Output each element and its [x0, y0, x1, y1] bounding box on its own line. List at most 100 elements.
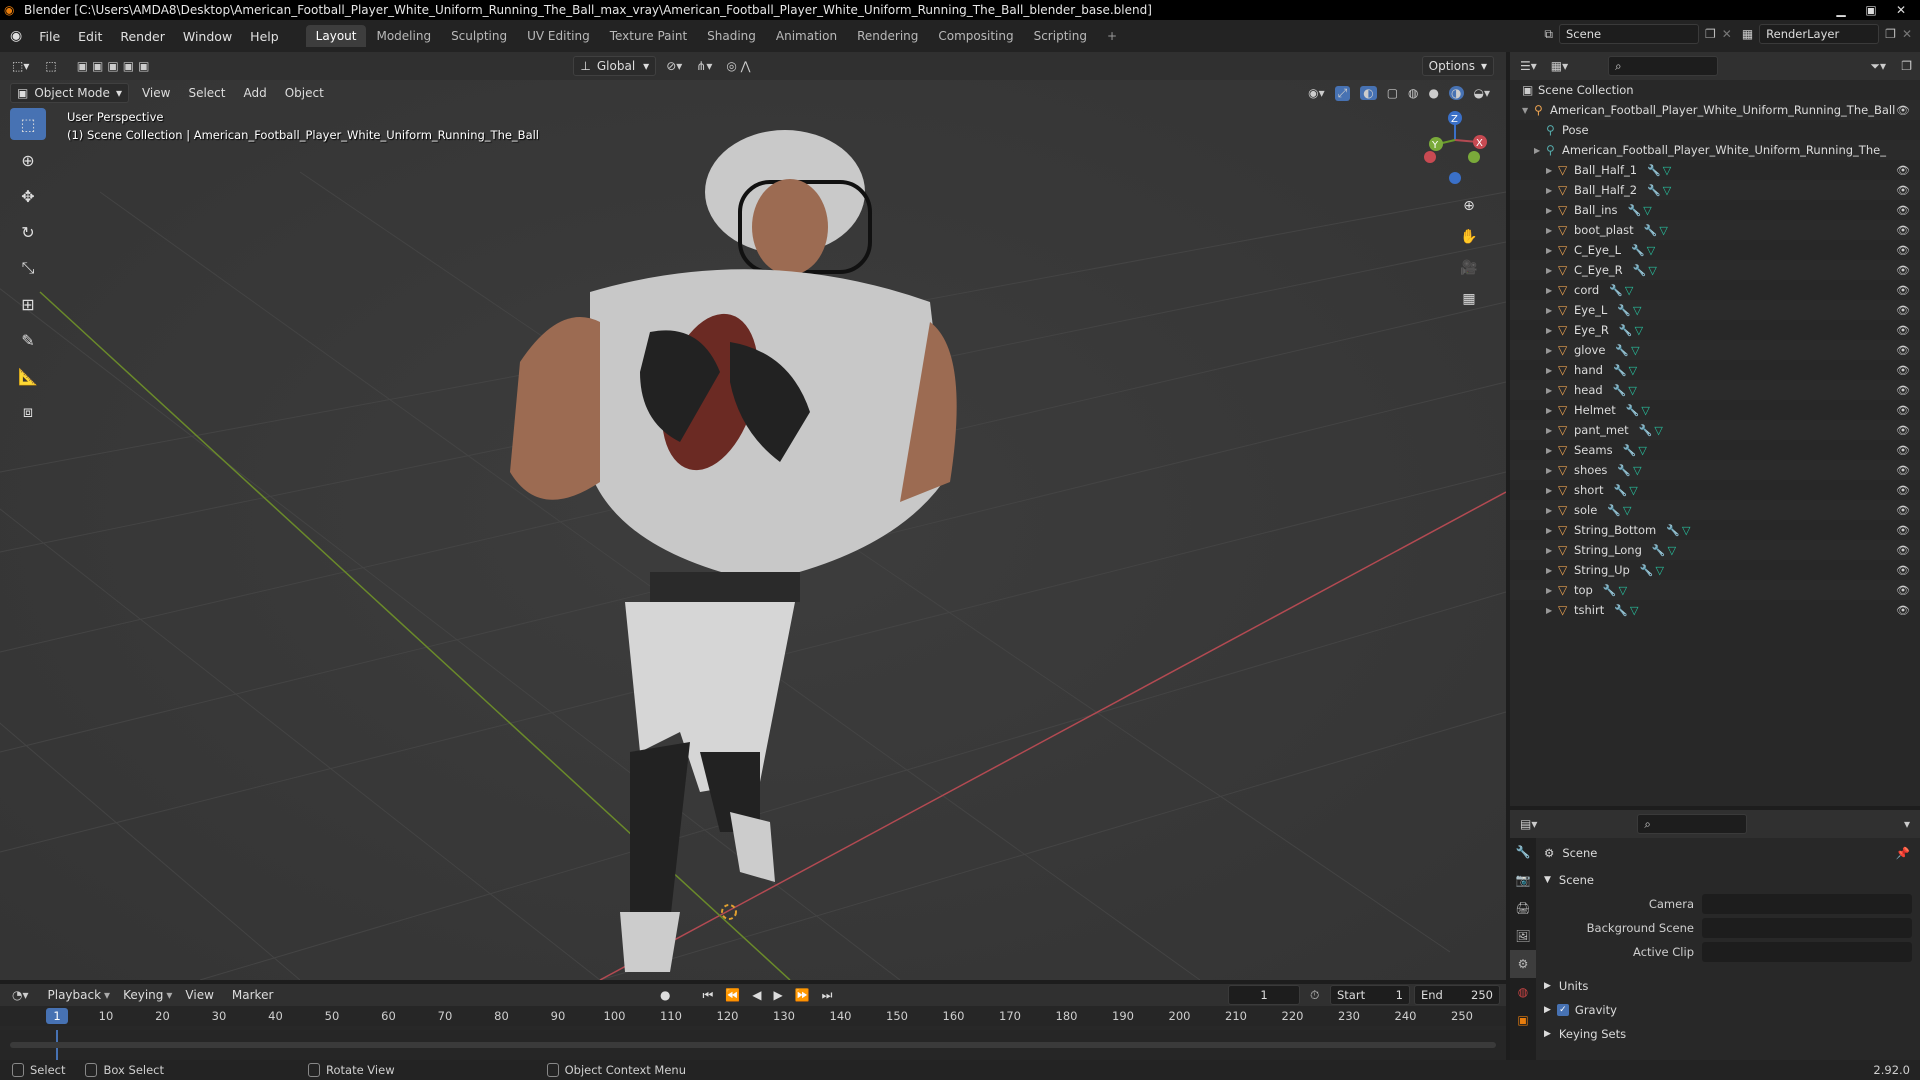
outliner-object-row[interactable]: ▶ ▽ short 🔧▽ 👁	[1510, 480, 1920, 500]
gravity-panel-header[interactable]: ▶ ✓ Gravity	[1538, 998, 1920, 1022]
tab-sculpting[interactable]: Sculpting	[441, 25, 517, 47]
cursor-tool-icon[interactable]: ⊕	[10, 144, 46, 176]
expand-arrow-icon[interactable]: ▶	[1546, 606, 1558, 615]
tab-animation[interactable]: Animation	[766, 25, 847, 47]
visibility-eye-icon[interactable]: 👁	[1896, 264, 1910, 277]
annotate-tool-icon[interactable]: ✎	[10, 324, 46, 356]
outliner-object-row[interactable]: ▶ ▽ Ball_Half_2 🔧▽ 👁	[1510, 180, 1920, 200]
add-workspace-icon[interactable]: +	[1097, 25, 1127, 47]
start-frame-field[interactable]: Start 1	[1330, 985, 1410, 1005]
visibility-eye-icon[interactable]: 👁	[1896, 104, 1910, 117]
pivot-icon[interactable]: ⊘▾	[666, 59, 682, 73]
move-tool-icon[interactable]: ✥	[10, 180, 46, 212]
remove-scene-icon[interactable]: ✕	[1722, 27, 1732, 41]
pose-row[interactable]: ⚲ Pose	[1510, 120, 1920, 140]
timeline-menu-marker[interactable]: Marker	[223, 988, 282, 1002]
menu-edit[interactable]: Edit	[69, 29, 111, 44]
visibility-eye-icon[interactable]: 👁	[1896, 184, 1910, 197]
expand-arrow-icon[interactable]: ▶	[1546, 346, 1558, 355]
view-layer-tab-icon[interactable]: 🖼	[1510, 922, 1536, 950]
new-layer-icon[interactable]: ❐	[1885, 27, 1896, 41]
visibility-eye-icon[interactable]: 👁	[1896, 564, 1910, 577]
tab-texture-paint[interactable]: Texture Paint	[600, 25, 697, 47]
expand-arrow-icon[interactable]: ▶	[1546, 166, 1558, 175]
scale-tool-icon[interactable]: ⤡	[10, 252, 46, 284]
properties-editor-icon[interactable]: ▤▾	[1520, 817, 1537, 831]
outliner-object-row[interactable]: ▶ ▽ tshirt 🔧▽ 👁	[1510, 600, 1920, 620]
menu-help[interactable]: Help	[241, 29, 288, 44]
background-scene-field[interactable]	[1702, 918, 1912, 938]
3d-viewport[interactable]: Z X Y ⬚▾ ⬚ ▣▣▣▣▣ ⊥ Global ▾ ⊘▾ ⋔▾ ◎ ⋀ Op…	[0, 52, 1506, 980]
visibility-eye-icon[interactable]: 👁	[1896, 484, 1910, 497]
snap-icon[interactable]: ⋔▾	[696, 59, 712, 73]
world-tab-icon[interactable]: ◍	[1510, 978, 1536, 1006]
tab-compositing[interactable]: Compositing	[928, 25, 1023, 47]
visibility-eye-icon[interactable]: 👁	[1896, 224, 1910, 237]
rendered-shading-icon[interactable]: ◒▾	[1474, 86, 1491, 100]
record-icon[interactable]: ●	[660, 988, 670, 1003]
visibility-eye-icon[interactable]: 👁	[1896, 384, 1910, 397]
outliner-object-row[interactable]: ▶ ▽ shoes 🔧▽ 👁	[1510, 460, 1920, 480]
outliner-object-row[interactable]: ▶ ▽ head 🔧▽ 👁	[1510, 380, 1920, 400]
expand-arrow-icon[interactable]: ▶	[1546, 586, 1558, 595]
tab-shading[interactable]: Shading	[697, 25, 766, 47]
expand-arrow-icon[interactable]: ▶	[1546, 446, 1558, 455]
outliner-object-row[interactable]: ▶ ▽ Seams 🔧▽ 👁	[1510, 440, 1920, 460]
jump-start-icon[interactable]: ⏮	[702, 988, 713, 1003]
armature-row[interactable]: ▼ ⚲ American_Football_Player_White_Unifo…	[1510, 100, 1920, 120]
outliner-object-row[interactable]: ▶ ▽ Ball_Half_1 🔧▽ 👁	[1510, 160, 1920, 180]
expand-arrow-icon[interactable]: ▶	[1546, 266, 1558, 275]
active-clip-field[interactable]	[1702, 942, 1912, 962]
mode-select[interactable]: ▣ Object Mode ▾	[10, 83, 129, 103]
expand-arrow-icon[interactable]: ▶	[1546, 386, 1558, 395]
expand-arrow-icon[interactable]: ▶	[1546, 186, 1558, 195]
zoom-icon[interactable]: ⊕	[1456, 192, 1482, 220]
outliner-object-row[interactable]: ▶ ▽ Helmet 🔧▽ 👁	[1510, 400, 1920, 420]
outliner-object-row[interactable]: ▶ ▽ sole 🔧▽ 👁	[1510, 500, 1920, 520]
outliner-object-row[interactable]: ▶ ▽ Eye_L 🔧▽ 👁	[1510, 300, 1920, 320]
add-cube-tool-icon[interactable]: ⧈	[10, 396, 46, 428]
viewport-menu-add[interactable]: Add	[234, 86, 275, 100]
outliner-search-input[interactable]: ⌕	[1608, 56, 1719, 76]
ortho-grid-icon[interactable]: ▦	[1456, 285, 1482, 313]
material-shading-icon[interactable]: ◑	[1449, 86, 1464, 100]
maximize-button[interactable]: ▣	[1856, 0, 1886, 20]
properties-search-input[interactable]: ⌕	[1637, 814, 1748, 834]
xray-icon[interactable]: ▢	[1387, 86, 1398, 100]
visibility-eye-icon[interactable]: 👁	[1896, 344, 1910, 357]
outliner-editor-icon[interactable]: ☰▾	[1520, 59, 1537, 73]
visibility-icon[interactable]: ◉▾	[1308, 86, 1325, 100]
outliner-object-row[interactable]: ▶ ▽ boot_plast 🔧▽ 👁	[1510, 220, 1920, 240]
editor-type-icon[interactable]: ⬚▾	[12, 59, 29, 73]
outliner-object-row[interactable]: ▶ ▽ cord 🔧▽ 👁	[1510, 280, 1920, 300]
options-button[interactable]: Options ▾	[1421, 56, 1494, 76]
tab-rendering[interactable]: Rendering	[847, 25, 928, 47]
render-layer-selector[interactable]: RenderLayer	[1759, 24, 1880, 44]
rotate-tool-icon[interactable]: ↻	[10, 216, 46, 248]
expand-arrow-icon[interactable]: ▶	[1546, 326, 1558, 335]
outliner-object-row[interactable]: ▶ ▽ Ball_ins 🔧▽ 👁	[1510, 200, 1920, 220]
visibility-eye-icon[interactable]: 👁	[1896, 324, 1910, 337]
expand-arrow-icon[interactable]: ▶	[1534, 146, 1546, 155]
camera-view-icon[interactable]: 🎥	[1456, 254, 1482, 282]
expand-arrow-icon[interactable]: ▶	[1546, 406, 1558, 415]
outliner-object-row[interactable]: ▶ ▽ String_Long 🔧▽ 👁	[1510, 540, 1920, 560]
visibility-eye-icon[interactable]: 👁	[1896, 164, 1910, 177]
visibility-eye-icon[interactable]: 👁	[1896, 464, 1910, 477]
play-icon[interactable]: ▶	[773, 988, 782, 1003]
new-scene-icon[interactable]: ❐	[1705, 27, 1716, 41]
expand-arrow-icon[interactable]: ▶	[1546, 466, 1558, 475]
wireframe-shading-icon[interactable]: ◍	[1408, 86, 1418, 100]
render-tab-icon[interactable]: 📷	[1510, 866, 1536, 894]
select-mode-icon[interactable]: ⬚	[45, 59, 56, 73]
timeline-scrollbar[interactable]	[10, 1042, 1496, 1048]
expand-arrow-icon[interactable]: ▶	[1546, 226, 1558, 235]
timeline-menu-playback[interactable]: Playback	[39, 988, 111, 1002]
menu-render[interactable]: Render	[111, 29, 174, 44]
scene-tab-icon[interactable]: ⚙	[1510, 950, 1536, 978]
remove-layer-icon[interactable]: ✕	[1902, 27, 1912, 41]
outliner-object-row[interactable]: ▶ ▽ glove 🔧▽ 👁	[1510, 340, 1920, 360]
timeline-ruler[interactable]: 1 10 20 30 40 50 60 70 80 90 100 110 120 130 140 150 16…	[0, 1006, 1506, 1026]
tab-uv-editing[interactable]: UV Editing	[517, 25, 600, 47]
expand-arrow-icon[interactable]: ▶	[1546, 306, 1558, 315]
